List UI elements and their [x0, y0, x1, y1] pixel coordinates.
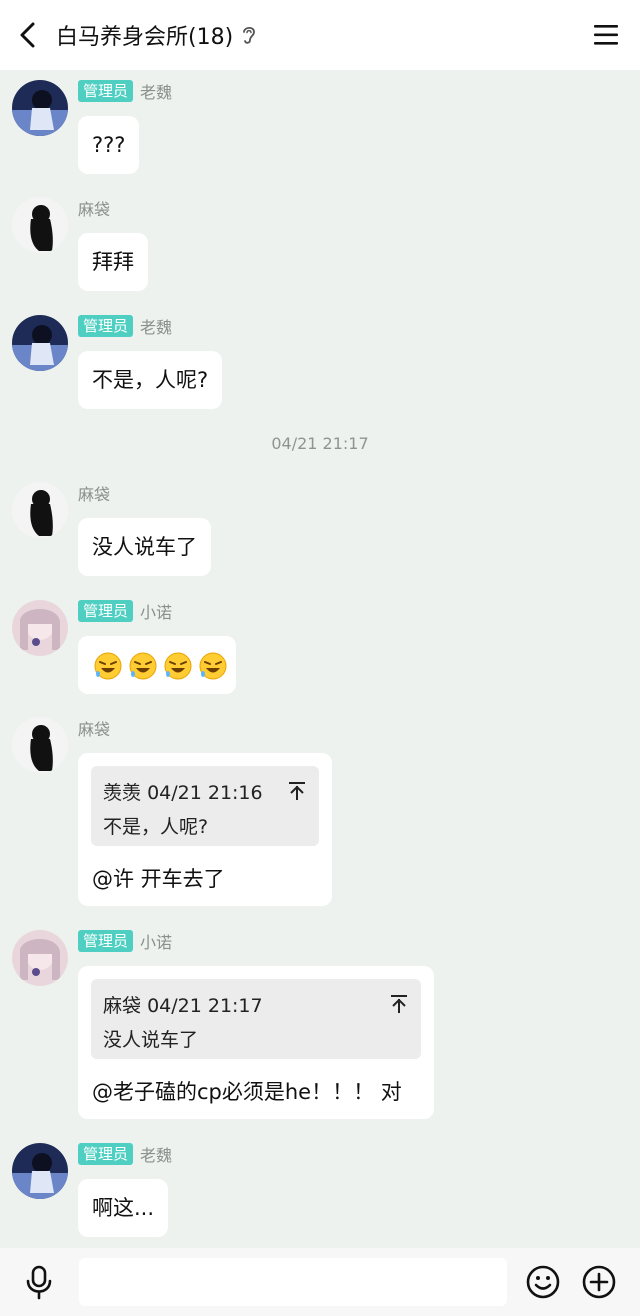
quote-author: 麻袋	[103, 995, 142, 1017]
admin-badge: 管理员	[78, 315, 134, 337]
smiley-icon	[526, 1265, 560, 1299]
message-bubble[interactable]: 不是，人呢?	[78, 351, 223, 409]
message-item: 麻袋 拜拜	[0, 197, 640, 293]
sender-name: 小诺	[140, 603, 173, 622]
admin-badge: 管理员	[78, 1143, 134, 1165]
jump-to-original-icon[interactable]	[287, 780, 307, 802]
hamburger-menu-icon	[594, 25, 618, 45]
quote-header: 麻袋 04/21 21:17	[103, 991, 263, 1018]
sender-name: 麻袋	[78, 485, 111, 504]
avatar-laowei[interactable]	[12, 315, 68, 371]
admin-badge: 管理员	[78, 930, 134, 952]
laughing-tears-emoji	[162, 650, 194, 682]
quote-text: 没人说车了	[103, 1029, 199, 1051]
plus-circle-icon	[582, 1265, 616, 1299]
message-item: 管理员 老魏 ???	[0, 80, 640, 176]
message-item: 麻袋 没人说车了	[0, 482, 640, 578]
sender-name: 小诺	[140, 933, 173, 952]
voice-button[interactable]	[20, 1263, 58, 1301]
message-bubble[interactable]	[78, 636, 236, 694]
avatar-madai[interactable]	[12, 197, 68, 253]
jump-to-original-icon[interactable]	[389, 993, 409, 1015]
time-separator: 04/21 21:17	[271, 434, 369, 453]
message-bubble[interactable]: 啊这...	[78, 1179, 169, 1237]
message-input[interactable]	[79, 1258, 507, 1306]
quoted-message[interactable]: 麻袋 04/21 21:17 没人说车了	[91, 979, 421, 1059]
quote-time: 04/21 21:17	[147, 995, 263, 1017]
sender-name: 麻袋	[78, 720, 111, 739]
ear-icon	[241, 24, 257, 46]
laughing-tears-emoji	[92, 650, 124, 682]
laughing-tears-emoji	[197, 650, 229, 682]
message-item: 管理员 老魏 不是，人呢?	[0, 315, 640, 411]
chevron-left-icon	[20, 22, 35, 48]
message-bubble[interactable]: ???	[78, 116, 140, 174]
sender-name: 老魏	[140, 1146, 173, 1165]
message-bubble[interactable]: 拜拜	[78, 233, 148, 291]
quote-text: 不是，人呢?	[103, 816, 209, 838]
admin-badge: 管理员	[78, 80, 134, 102]
microphone-icon	[26, 1265, 52, 1300]
emoji-button[interactable]	[525, 1264, 561, 1300]
admin-badge: 管理员	[78, 600, 134, 622]
quote-author: 羡羡	[103, 782, 142, 804]
message-item: 管理员 小诺	[0, 600, 640, 696]
reply-bubble[interactable]: 麻袋 04/21 21:17 没人说车了 @老子磕的cp必须是he！！！ 对	[78, 966, 434, 1119]
composer-bar	[0, 1248, 640, 1316]
quoted-message[interactable]: 羡羡 04/21 21:16 不是，人呢?	[91, 766, 319, 846]
sender-name: 老魏	[140, 83, 173, 102]
quote-time: 04/21 21:16	[147, 782, 263, 804]
back-button[interactable]	[8, 15, 48, 55]
reply-text: @老子磕的cp必须是he！！！ 对	[92, 1080, 402, 1104]
quote-header: 羡羡 04/21 21:16	[103, 778, 263, 805]
avatar-xiaonuo[interactable]	[12, 600, 68, 656]
message-list[interactable]: 管理员 老魏 ??? 麻袋 拜拜 管理员 老魏 不是，人呢? 04/21 21:…	[0, 70, 640, 1248]
message-item: 管理员 老魏 啊这...	[0, 1143, 640, 1239]
avatar-laowei[interactable]	[12, 1143, 68, 1199]
avatar-madai[interactable]	[12, 717, 68, 773]
menu-button[interactable]	[592, 20, 620, 50]
sender-name: 老魏	[140, 318, 173, 337]
avatar-madai[interactable]	[12, 482, 68, 538]
avatar-xiaonuo[interactable]	[12, 930, 68, 986]
message-item: 管理员 小诺 麻袋 04/21 21:17 没人说车了 @老子磕的cp必须是he…	[0, 930, 640, 1120]
message-bubble[interactable]: 没人说车了	[78, 518, 211, 576]
more-button[interactable]	[581, 1264, 617, 1300]
laughing-tears-emoji	[127, 650, 159, 682]
chat-header: 白马养身会所(18)	[0, 0, 640, 70]
reply-text: @许 开车去了	[92, 867, 225, 891]
avatar-laowei[interactable]	[12, 80, 68, 136]
sender-name: 麻袋	[78, 200, 111, 219]
group-title[interactable]: 白马养身会所(18)	[56, 19, 233, 51]
message-item: 麻袋 羡羡 04/21 21:16 不是，人呢? @许 开车去了	[0, 717, 640, 907]
reply-bubble[interactable]: 羡羡 04/21 21:16 不是，人呢? @许 开车去了	[78, 753, 332, 906]
